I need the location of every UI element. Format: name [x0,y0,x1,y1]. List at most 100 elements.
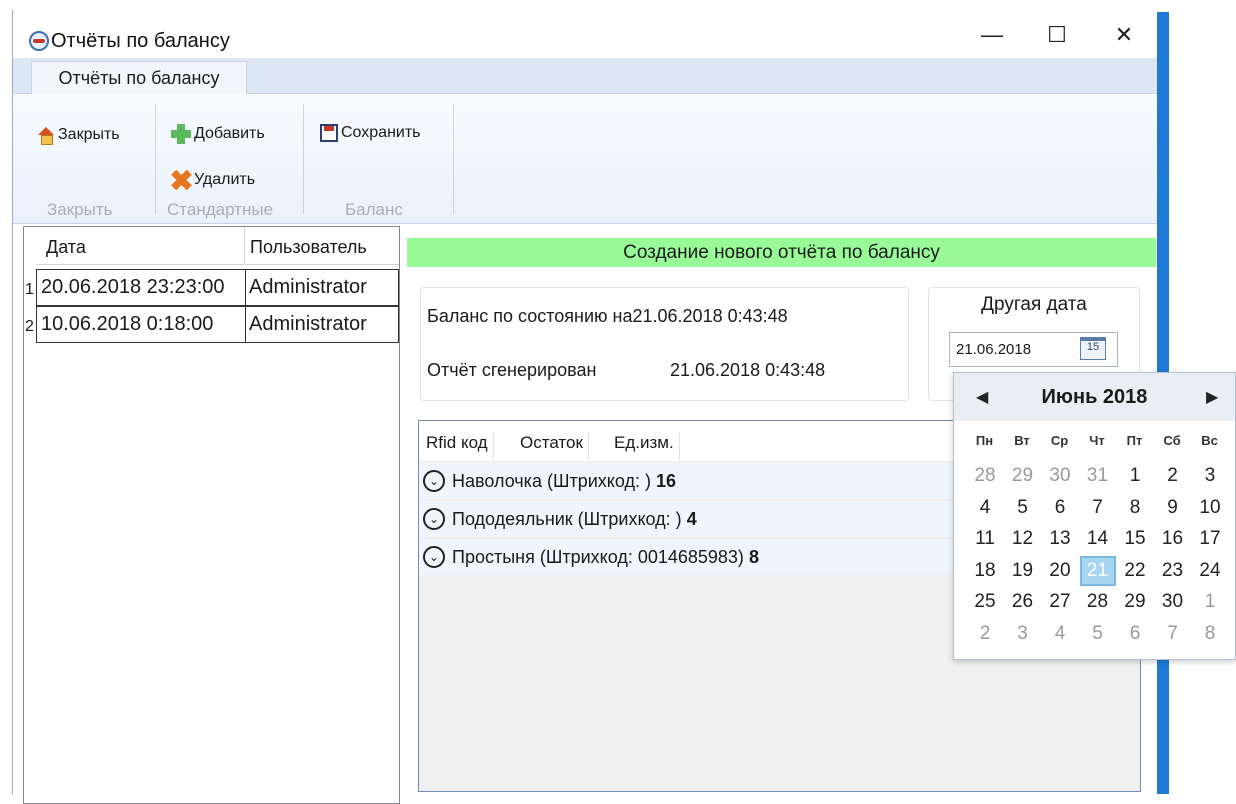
calendar-day[interactable]: 13 [1042,524,1078,554]
maximize-button[interactable]: ☐ [1034,20,1080,50]
calendar-day[interactable]: 5 [1005,493,1041,523]
chevron-down-icon[interactable]: ⌄ [423,470,445,492]
close-window-button[interactable]: ✕ [1101,20,1147,50]
calendar-day[interactable]: 10 [1192,493,1228,523]
calendar-day[interactable]: 8 [1117,493,1153,523]
calendar-day[interactable]: 19 [1005,556,1041,586]
chevron-down-icon[interactable]: ⌄ [423,508,445,530]
calendar-day[interactable]: 15 [1117,524,1153,554]
item-name: Пододеяльник (Штрихкод: ) [452,509,682,529]
tab-balance-reports[interactable]: Отчёты по балансу [31,61,247,95]
item-count: 4 [686,509,697,529]
calendar-day[interactable]: 1 [1117,461,1153,491]
delete-icon [171,170,191,190]
calendar-day[interactable]: 16 [1155,524,1191,554]
generated-label: Отчёт сгенерирован [427,360,597,380]
calendar-day[interactable]: 11 [967,524,1003,554]
calendar-day[interactable]: 6 [1117,619,1153,649]
calendar-day[interactable]: 26 [1005,587,1041,617]
calendar-day[interactable]: 22 [1117,556,1153,586]
calendar-day[interactable]: 28 [967,461,1003,491]
calendar-day[interactable]: 27 [1042,587,1078,617]
delete-button-label: Удалить [194,171,256,188]
reports-grid[interactable]: Дата Пользователь 1 20.06.2018 23:23:00 … [23,226,400,804]
calendar-day[interactable]: 3 [1005,619,1041,649]
row-user: Administrator [245,270,367,305]
calendar-day[interactable]: 9 [1155,493,1191,523]
calendar-day[interactable]: 2 [967,619,1003,649]
tree-group-label: Простыня (Штрихкод: 0014685983) 8 [452,547,759,568]
ribbon-separator [303,104,304,214]
column-header-user[interactable]: Пользователь [250,237,367,258]
calendar-day[interactable]: 1 [1192,587,1228,617]
calendar-day[interactable]: 29 [1005,461,1041,491]
calendar-month-title[interactable]: Июнь 2018 [954,386,1235,409]
calendar-icon[interactable]: 15 [1080,337,1106,360]
close-button[interactable]: Закрыть [37,126,120,145]
row-date: 20.06.2018 23:23:00 [41,276,225,298]
column-header-date[interactable]: Дата [46,237,86,258]
table-row[interactable]: 10.06.2018 0:18:00 Administrator [36,306,399,343]
calendar-day[interactable]: 17 [1192,524,1228,554]
calendar-day[interactable]: 14 [1080,524,1116,554]
item-name: Наволочка (Штрихкод: ) [452,471,651,491]
row-user: Administrator [245,307,367,342]
weekday-label: Сб [1163,433,1181,448]
row-number: 2 [25,318,34,335]
calendar-day[interactable]: 23 [1155,556,1191,586]
next-month-button[interactable]: ▶ [1206,387,1218,407]
calendar-header: ◀ Июнь 2018 ▶ [954,373,1235,421]
calendar-day[interactable]: 3 [1192,461,1228,491]
report-info-panel: Баланс по состоянию на21.06.2018 0:43:48… [420,287,909,401]
column-divider [244,227,245,265]
add-button[interactable]: Добавить [171,124,265,144]
calendar-day[interactable]: 2 [1155,461,1191,491]
app-logo-icon [29,31,49,51]
calendar-day[interactable]: 4 [967,493,1003,523]
plus-icon [171,124,191,144]
weekday-label: Вт [1014,433,1030,448]
row-date: 10.06.2018 0:18:00 [41,313,214,335]
calendar-day[interactable]: 6 [1042,493,1078,523]
calendar-day[interactable]: 31 [1080,461,1116,491]
balance-as-of-text: Баланс по состоянию на21.06.2018 0:43:48 [427,306,788,327]
calendar-day[interactable]: 7 [1155,619,1191,649]
calendar-day[interactable]: 8 [1192,619,1228,649]
item-count: 16 [655,471,677,491]
calendar-popup: ◀ Июнь 2018 ▶ Пн Вт Ср Чт Пт Сб Вс 28 29 30 31 1 2 3… [953,372,1236,660]
tree-group-label: Наволочка (Штрихкод: ) 16 [452,471,676,492]
minimize-button[interactable]: — [969,20,1015,50]
calendar-day[interactable]: 30 [1155,587,1191,617]
calendar-day[interactable]: 21 [1079,555,1116,586]
calendar-day[interactable]: 7 [1080,493,1116,523]
weekday-label: Пн [975,433,994,448]
calendar-day[interactable]: 12 [1005,524,1041,554]
column-header-remaining[interactable]: Остаток [520,433,589,461]
save-button-label: Сохранить [341,124,421,141]
delete-button[interactable]: Удалить [171,170,255,190]
close-button-label: Закрыть [58,126,120,143]
calendar-day[interactable]: 20 [1042,556,1078,586]
calendar-day[interactable]: 4 [1042,619,1078,649]
table-row[interactable]: 20.06.2018 23:23:00 Administrator [36,269,399,306]
calendar-day[interactable]: 29 [1117,587,1153,617]
weekday-label: Вс [1201,433,1218,448]
column-header-rfid[interactable]: Rfid код [426,433,494,461]
ribbon-group-balance: Баланс [345,200,403,219]
calendar-day[interactable]: 18 [967,556,1003,586]
chevron-down-icon[interactable]: ⌄ [423,546,445,568]
calendar-day[interactable]: 5 [1080,619,1116,649]
column-header-unit[interactable]: Ед.изм. [614,433,680,461]
calendar-day[interactable]: 28 [1080,587,1116,617]
reports-grid-header: Дата Пользователь [36,227,399,265]
title-bar: Отчёты по балансу — ☐ ✕ [13,10,1158,58]
calendar-day[interactable]: 30 [1042,461,1078,491]
calendar-day[interactable]: 24 [1192,556,1228,586]
ribbon-group-close: Закрыть [47,200,113,219]
weekday-label: Чт [1089,433,1105,448]
ribbon-tabstrip: Отчёты по балансу [13,58,1158,95]
save-button[interactable]: Сохранить [320,124,421,142]
generated-value: 21.06.2018 0:43:48 [670,360,826,380]
calendar-day[interactable]: 25 [967,587,1003,617]
window-title: Отчёты по балансу [51,30,230,52]
